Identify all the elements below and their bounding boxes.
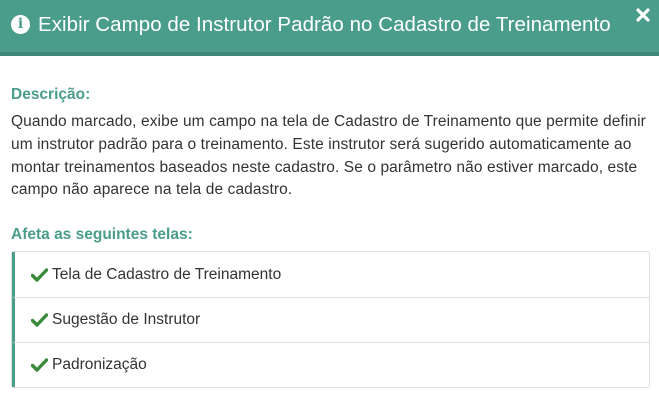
info-circle-icon: i: [11, 14, 30, 34]
modal-title: Exibir Campo de Instrutor Padrão no Cada…: [38, 12, 611, 36]
modal-body: Descrição: Quando marcado, exibe um camp…: [0, 56, 659, 389]
check-icon: [31, 313, 48, 327]
list-item: Sugestão de Instrutor: [12, 297, 649, 343]
parameter-info-modal: i Exibir Campo de Instrutor Padrão no Ca…: [0, 0, 659, 407]
affected-screens-label: Afeta as seguintes telas:: [11, 226, 193, 244]
list-item-label: Tela de Cadastro de Treinamento: [52, 265, 282, 283]
description-text: Quando marcado, exibe um campo na tela d…: [11, 113, 646, 199]
affected-screens-list: Tela de Cadastro de Treinamento Sugestão…: [11, 251, 650, 389]
list-item: Padronização: [12, 342, 649, 388]
close-icon[interactable]: [635, 5, 651, 25]
list-item-label: Sugestão de Instrutor: [52, 311, 201, 329]
check-icon: [31, 267, 48, 282]
description-label: Descrição:: [11, 86, 91, 103]
modal-header: i Exibir Campo de Instrutor Padrão no Ca…: [0, 0, 659, 56]
list-item-label: Padronização: [52, 356, 147, 374]
check-icon: [31, 358, 48, 372]
list-item: Tela de Cadastro de Treinamento: [12, 252, 649, 298]
